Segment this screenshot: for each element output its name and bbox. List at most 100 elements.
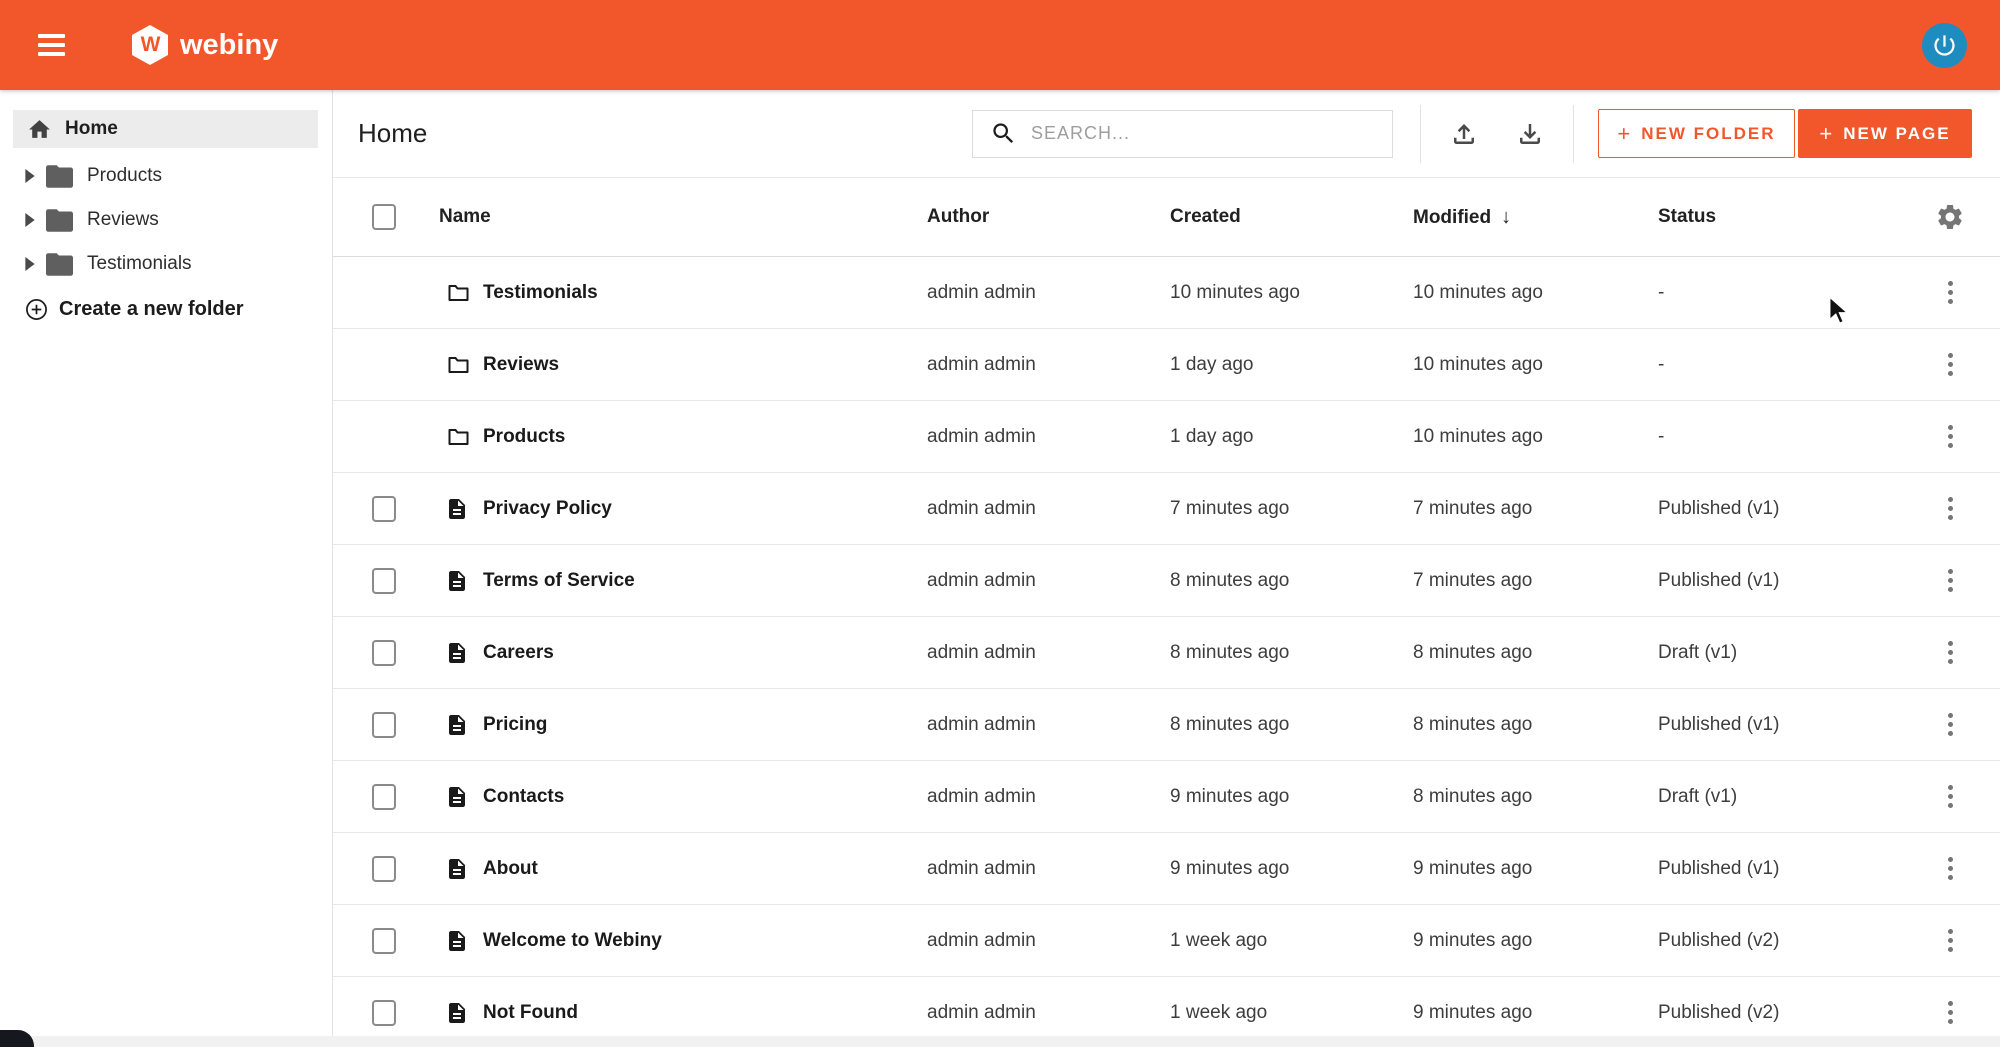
row-checkbox[interactable] [372, 640, 396, 666]
import-button[interactable] [1438, 108, 1490, 160]
row-actions-menu-button[interactable] [1920, 425, 2000, 448]
sidebar-item-home[interactable]: Home [13, 110, 318, 148]
row-actions-menu-button[interactable] [1920, 569, 2000, 592]
chevron-right-icon [24, 213, 36, 227]
row-status: - [1658, 354, 1920, 376]
table-row[interactable]: About admin admin 9 minutes ago 9 minute… [333, 833, 2000, 905]
page-file-icon [445, 999, 469, 1027]
row-name: Contacts [483, 786, 927, 808]
table-body: Testimonials admin admin 10 minutes ago … [333, 257, 2000, 1047]
row-actions-menu-button[interactable] [1920, 857, 2000, 880]
column-header-author[interactable]: Author [927, 206, 1170, 228]
row-checkbox[interactable] [372, 1000, 396, 1026]
column-header-modified[interactable]: Modified↓ [1413, 206, 1658, 229]
table-row[interactable]: Welcome to Webiny admin admin 1 week ago… [333, 905, 2000, 977]
table-header: Name Author Created Modified↓ Status [333, 178, 2000, 257]
row-actions-menu-button[interactable] [1920, 785, 2000, 808]
row-actions-menu-button[interactable] [1920, 1001, 2000, 1024]
row-checkbox[interactable] [372, 496, 396, 522]
row-modified: 9 minutes ago [1413, 930, 1658, 952]
export-button[interactable] [1504, 108, 1556, 160]
row-modified: 7 minutes ago [1413, 570, 1658, 592]
row-author: admin admin [927, 498, 1170, 520]
column-header-status[interactable]: Status [1658, 206, 1920, 228]
row-checkbox[interactable] [372, 568, 396, 594]
row-actions-menu-button[interactable] [1920, 353, 2000, 376]
row-created: 8 minutes ago [1170, 570, 1413, 592]
row-name: About [483, 858, 927, 880]
create-new-folder-button[interactable]: Create a new folder [0, 298, 332, 321]
sort-descending-icon: ↓ [1501, 206, 1511, 228]
row-status: Published (v2) [1658, 930, 1920, 952]
row-status: Draft (v1) [1658, 642, 1920, 664]
hamburger-menu-icon[interactable] [38, 25, 82, 65]
row-name: Not Found [483, 1002, 927, 1024]
column-header-name[interactable]: Name [405, 206, 927, 228]
select-all-checkbox[interactable] [372, 204, 396, 230]
sidebar-item-label: Reviews [87, 209, 159, 231]
page-file-icon [445, 639, 469, 667]
header-actions: + NEW FOLDER + NEW PAGE [972, 105, 1972, 163]
page-file-icon [445, 711, 469, 739]
row-author: admin admin [927, 858, 1170, 880]
table-row[interactable]: Reviews admin admin 1 day ago 10 minutes… [333, 329, 2000, 401]
logo-letter: W [141, 33, 160, 57]
column-header-created[interactable]: Created [1170, 206, 1413, 228]
new-page-label: NEW PAGE [1843, 124, 1950, 144]
user-avatar[interactable] [1922, 23, 1967, 68]
row-status: Published (v2) [1658, 1002, 1920, 1024]
row-status: - [1658, 282, 1920, 304]
row-checkbox[interactable] [372, 712, 396, 738]
table-row[interactable]: Pricing admin admin 8 minutes ago 8 minu… [333, 689, 2000, 761]
row-name: Privacy Policy [483, 498, 927, 520]
row-author: admin admin [927, 930, 1170, 952]
row-actions-menu-button[interactable] [1920, 929, 2000, 952]
plus-icon: + [1617, 121, 1630, 147]
sidebar-item-products[interactable]: Products [0, 154, 332, 198]
row-name: Terms of Service [483, 570, 927, 592]
page-header: Home [333, 90, 2000, 178]
row-modified: 10 minutes ago [1413, 354, 1658, 376]
row-checkbox[interactable] [372, 928, 396, 954]
row-actions-menu-button[interactable] [1920, 713, 2000, 736]
row-status: - [1658, 426, 1920, 448]
folder-tree-sidebar: Home Products Reviews Testimonials [0, 90, 333, 1047]
table-settings-button[interactable] [1920, 202, 2000, 232]
table-row[interactable]: Terms of Service admin admin 8 minutes a… [333, 545, 2000, 617]
row-author: admin admin [927, 354, 1170, 376]
row-checkbox[interactable] [372, 856, 396, 882]
row-actions-menu-button[interactable] [1920, 497, 2000, 520]
new-folder-button[interactable]: + NEW FOLDER [1598, 109, 1795, 158]
row-created: 9 minutes ago [1170, 858, 1413, 880]
bottom-scroll-strip[interactable] [0, 1036, 2000, 1047]
row-created: 8 minutes ago [1170, 714, 1413, 736]
table-row[interactable]: Privacy Policy admin admin 7 minutes ago… [333, 473, 2000, 545]
folder-icon [46, 253, 73, 276]
folder-icon [445, 425, 472, 449]
table-row[interactable]: Products admin admin 1 day ago 10 minute… [333, 401, 2000, 473]
search-icon [990, 120, 1017, 147]
table-row[interactable]: Careers admin admin 8 minutes ago 8 minu… [333, 617, 2000, 689]
row-actions-menu-button[interactable] [1920, 281, 2000, 304]
divider [1573, 105, 1574, 163]
sidebar-item-testimonials[interactable]: Testimonials [0, 242, 332, 286]
webiny-logo[interactable]: W webiny [132, 25, 278, 65]
power-icon [1931, 32, 1958, 59]
table-row[interactable]: Testimonials admin admin 10 minutes ago … [333, 257, 2000, 329]
row-created: 9 minutes ago [1170, 786, 1413, 808]
row-created: 1 day ago [1170, 426, 1413, 448]
page-file-icon [445, 927, 469, 955]
new-page-button[interactable]: + NEW PAGE [1798, 109, 1972, 158]
table-row[interactable]: Contacts admin admin 9 minutes ago 8 min… [333, 761, 2000, 833]
sidebar-item-label: Testimonials [87, 253, 192, 275]
main-content: Home [333, 90, 2000, 1047]
search-input[interactable] [1031, 123, 1361, 144]
row-actions-menu-button[interactable] [1920, 641, 2000, 664]
chevron-right-icon [24, 257, 36, 271]
row-author: admin admin [927, 282, 1170, 304]
row-created: 10 minutes ago [1170, 282, 1413, 304]
download-icon [1515, 119, 1545, 149]
sidebar-item-reviews[interactable]: Reviews [0, 198, 332, 242]
row-author: admin admin [927, 570, 1170, 592]
row-checkbox[interactable] [372, 784, 396, 810]
